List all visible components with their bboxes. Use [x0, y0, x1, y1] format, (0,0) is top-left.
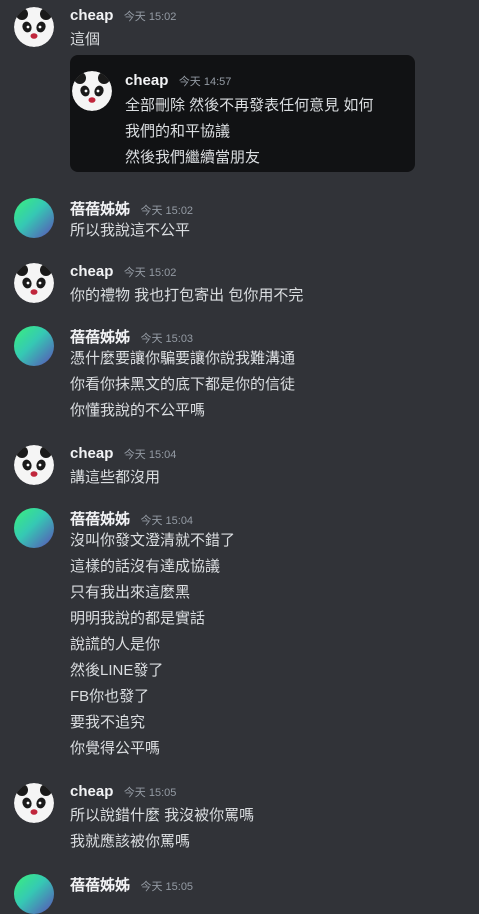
timestamp: 今天 15:05 — [123, 787, 177, 799]
avatar[interactable] — [14, 198, 54, 238]
message-text: 我就應該被你罵嗎 — [70, 833, 191, 850]
message-text: 明明我說的都是實話 — [70, 610, 206, 627]
avatar[interactable] — [14, 263, 54, 303]
author-name[interactable]: 蓓蓓姊姊 — [70, 201, 130, 218]
author-name[interactable]: cheap — [70, 445, 113, 462]
message-text: 然後我們繼續當朋友 — [125, 149, 261, 166]
timestamp: 今天 15:05 — [140, 881, 194, 893]
panda-avatar-icon — [14, 7, 54, 47]
message-text: 全部刪除 然後不再發表任何意見 如何 — [125, 97, 374, 114]
message-text: 這樣的話沒有達成協議 — [70, 558, 221, 575]
message-text: 只有我出來這麼黑 — [70, 584, 191, 601]
avatar[interactable] — [14, 783, 54, 823]
message-text: 講這些都沒用 — [70, 469, 161, 486]
message-text: 說謊的人是你 — [70, 636, 161, 653]
author-name[interactable]: cheap — [70, 783, 113, 800]
timestamp: 今天 15:02 — [123, 11, 177, 23]
panda-avatar-icon — [14, 263, 54, 303]
avatar[interactable] — [14, 445, 54, 485]
timestamp: 今天 14:57 — [178, 76, 232, 88]
message-text: 你覺得公平嗎 — [70, 740, 161, 757]
quoted-message[interactable]: cheap 今天 14:57 全部刪除 然後不再發表任何意見 如何 我們的和平協… — [70, 55, 415, 172]
message-text: 然後LINE發了 — [70, 662, 164, 679]
message-text: 沒叫你發文澄清就不錯了 — [70, 532, 236, 549]
message-text: 這個 — [70, 31, 101, 48]
author-name[interactable]: 蓓蓓姊姊 — [70, 329, 130, 346]
avatar[interactable] — [14, 7, 54, 47]
message-text: 我們的和平協議 — [125, 123, 231, 140]
timestamp: 今天 15:02 — [140, 205, 194, 217]
avatar[interactable] — [14, 326, 54, 366]
message-text: FB你也發了 — [70, 688, 150, 705]
panda-avatar-icon — [14, 445, 54, 485]
author-name[interactable]: cheap — [70, 7, 113, 24]
message-text: 所以我說這不公平 — [70, 222, 191, 239]
message-text: 要我不追究 — [70, 714, 146, 731]
message-text: 所以說錯什麼 我沒被你罵嗎 — [70, 807, 255, 824]
author-name[interactable]: cheap — [125, 72, 168, 89]
author-name[interactable]: 蓓蓓姊姊 — [70, 511, 130, 528]
timestamp: 今天 15:03 — [140, 333, 194, 345]
author-name[interactable]: 蓓蓓姊姊 — [70, 877, 130, 894]
timestamp: 今天 15:04 — [140, 515, 194, 527]
panda-avatar-icon — [14, 783, 54, 823]
timestamp: 今天 15:04 — [123, 449, 177, 461]
avatar[interactable] — [14, 508, 54, 548]
avatar[interactable] — [14, 874, 54, 914]
avatar[interactable] — [72, 71, 112, 111]
message-text: 你懂我說的不公平嗎 — [70, 402, 206, 419]
message-text: 你的禮物 我也打包寄出 包你用不完 — [70, 287, 304, 304]
timestamp: 今天 15:02 — [123, 267, 177, 279]
panda-avatar-icon — [72, 71, 112, 111]
message-text: 你看你抹黑文的底下都是你的信徒 — [70, 376, 296, 393]
author-name[interactable]: cheap — [70, 263, 113, 280]
message-text: 憑什麼要讓你騙要讓你說我難溝通 — [70, 350, 296, 367]
